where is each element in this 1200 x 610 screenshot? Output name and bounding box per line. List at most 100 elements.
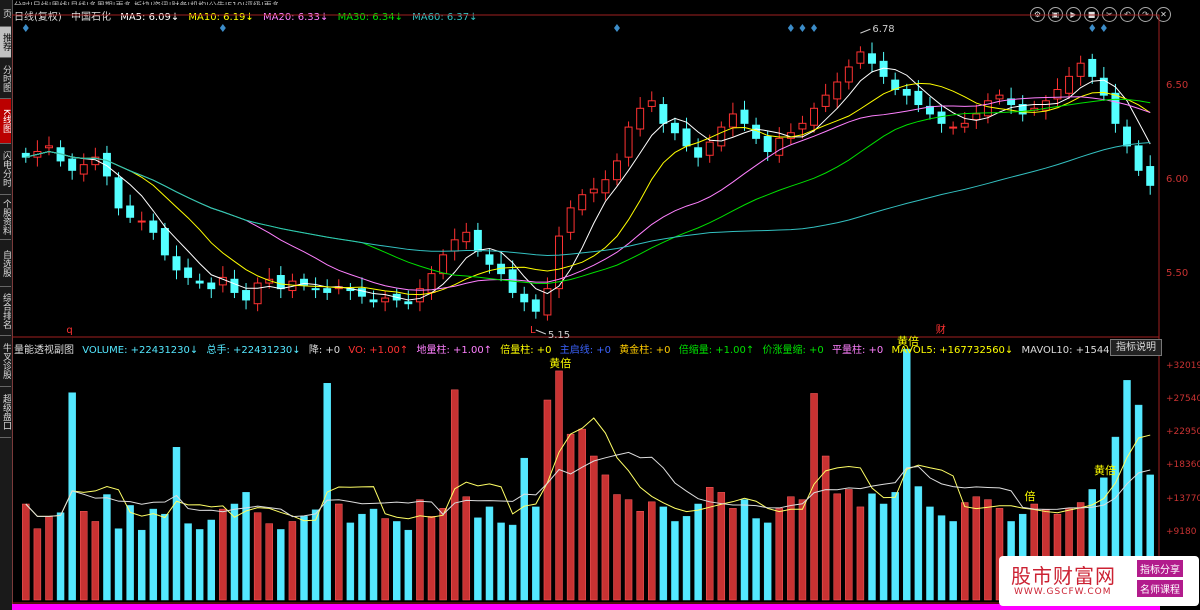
signal-marker (811, 24, 818, 32)
candle-body (868, 53, 876, 64)
candle-body (960, 122, 969, 128)
candle-body (68, 158, 77, 171)
plz-value: 平量柱: +0 (831, 345, 884, 356)
candle-body (357, 288, 366, 297)
volume-bar (624, 499, 633, 601)
bsl-value: 倍缩量: +1.00↑ (678, 345, 755, 356)
sidebar-tab[interactable]: 页 (0, 0, 11, 27)
candle-body (972, 113, 981, 121)
volume-bar (879, 503, 888, 601)
volume-indicator-header: 量能透视副图 VOLUME: +22431230↓ 总手: +22431230↓… (14, 341, 1121, 356)
watermark-logo: 股市财富网 WWW.GSCFW.COM 指标分享 名师课程 (999, 556, 1199, 606)
low-pointer (535, 329, 547, 335)
volume-bar (636, 511, 644, 601)
candle-body (694, 147, 703, 158)
volume-bar (532, 506, 540, 601)
volume-bar (740, 499, 749, 601)
ma10-line (25, 82, 1151, 296)
volume-bar (775, 508, 783, 601)
candle-body (1076, 62, 1085, 77)
sidebar-tab[interactable]: 牛叉诊股 (0, 336, 11, 387)
volume-bar (56, 512, 65, 601)
volume-tick: +27540 (1166, 393, 1200, 404)
sidebar-tab[interactable]: 个股资料 (0, 195, 11, 240)
indicator-name[interactable]: 量能透视副图 (14, 345, 74, 356)
candle-body (1065, 75, 1074, 94)
sidebar-tab[interactable]: 自选股 (0, 240, 11, 287)
volume-bar (694, 503, 702, 601)
candle-body (1146, 166, 1155, 186)
ma5-line (25, 67, 1151, 301)
candle-body (833, 81, 842, 100)
volume-bar (404, 529, 413, 601)
sidebar-tab[interactable]: K线图 (0, 99, 11, 144)
volume-bar (172, 447, 181, 601)
low-price-label: 5.15 (548, 330, 570, 341)
sidebar-tab[interactable]: 综合排名 (0, 287, 11, 336)
candle-body (601, 179, 610, 194)
candle-body (682, 128, 691, 147)
kline-chart[interactable]: 6.785.15q L 财黄倍黄倍倍黄倍 (12, 0, 1160, 610)
volume-tick: +9180 (1166, 527, 1197, 538)
volume-bar (961, 502, 969, 601)
volume-bar (277, 529, 285, 601)
volume-bar (114, 528, 123, 601)
volume-bar (821, 455, 830, 601)
candle-body (1134, 145, 1143, 171)
candle-body (844, 66, 853, 83)
candle-body (207, 282, 216, 290)
price-tick: 6.00 (1166, 173, 1189, 185)
volume-bar (717, 492, 726, 601)
volume-bar (508, 524, 517, 601)
volume-bar (207, 519, 215, 601)
volume-bar (253, 512, 262, 601)
volume-bar (810, 393, 818, 601)
candle-body (821, 94, 830, 107)
sidebar-tab[interactable]: 超级盘口 (0, 387, 11, 438)
candle-body (763, 135, 772, 153)
volume-bar (705, 487, 714, 601)
volume-bar (590, 455, 598, 601)
signal-marker (1100, 24, 1107, 32)
volume-bar (926, 506, 934, 601)
sidebar-tab[interactable]: 闪电分时 (0, 144, 11, 195)
candle-body (728, 113, 737, 128)
volume-bar (137, 529, 146, 601)
zhx-value: 主启线: +0 (559, 345, 612, 356)
indicator-help-button[interactable]: 指标说明 (1110, 339, 1162, 356)
signal-marker (613, 24, 620, 32)
candle-body (79, 164, 88, 175)
volume-bar (856, 506, 865, 601)
price-tick: 6.50 (1166, 79, 1189, 91)
mavol5-value: MAVOL5: +167732560↓ (891, 345, 1014, 356)
watermark-tag-course[interactable]: 名师课程 (1137, 580, 1183, 597)
watermark-tag-share[interactable]: 指标分享 (1137, 560, 1183, 577)
blz-value: 倍量柱: +0 (500, 345, 552, 356)
sidebar-tab[interactable]: 分时图 (0, 58, 11, 99)
volume-bar (891, 492, 899, 601)
candle-body (624, 126, 633, 158)
volume-bar (520, 457, 528, 601)
volume-bar (462, 496, 471, 601)
candle-body (450, 239, 459, 252)
sidebar-tab[interactable]: 推荐 (0, 27, 11, 58)
volume-bar (300, 516, 308, 601)
candle-body (949, 126, 958, 129)
volume-bar (45, 516, 53, 601)
candle-body (276, 275, 285, 290)
volume-bar (219, 508, 227, 601)
candle-body (45, 145, 53, 149)
volume-tick: +32019 (1166, 361, 1200, 372)
volume-signal-label: 倍 (1024, 489, 1035, 503)
volume-bar (972, 496, 981, 601)
volume-bar (485, 506, 494, 601)
candle-body (810, 107, 819, 126)
candle-body (589, 188, 598, 194)
volume-bar (346, 522, 355, 601)
candle-body (160, 228, 169, 256)
candle-body (902, 89, 911, 96)
total-volume-value: 总手: +22431230↓ (206, 345, 301, 356)
volume-tick: +22950 (1166, 427, 1200, 438)
price-axis: 6.50 6.00 5.50 +32019 +27540 +22950 +18360 +137… (1160, 0, 1200, 610)
candle-body (473, 229, 482, 252)
